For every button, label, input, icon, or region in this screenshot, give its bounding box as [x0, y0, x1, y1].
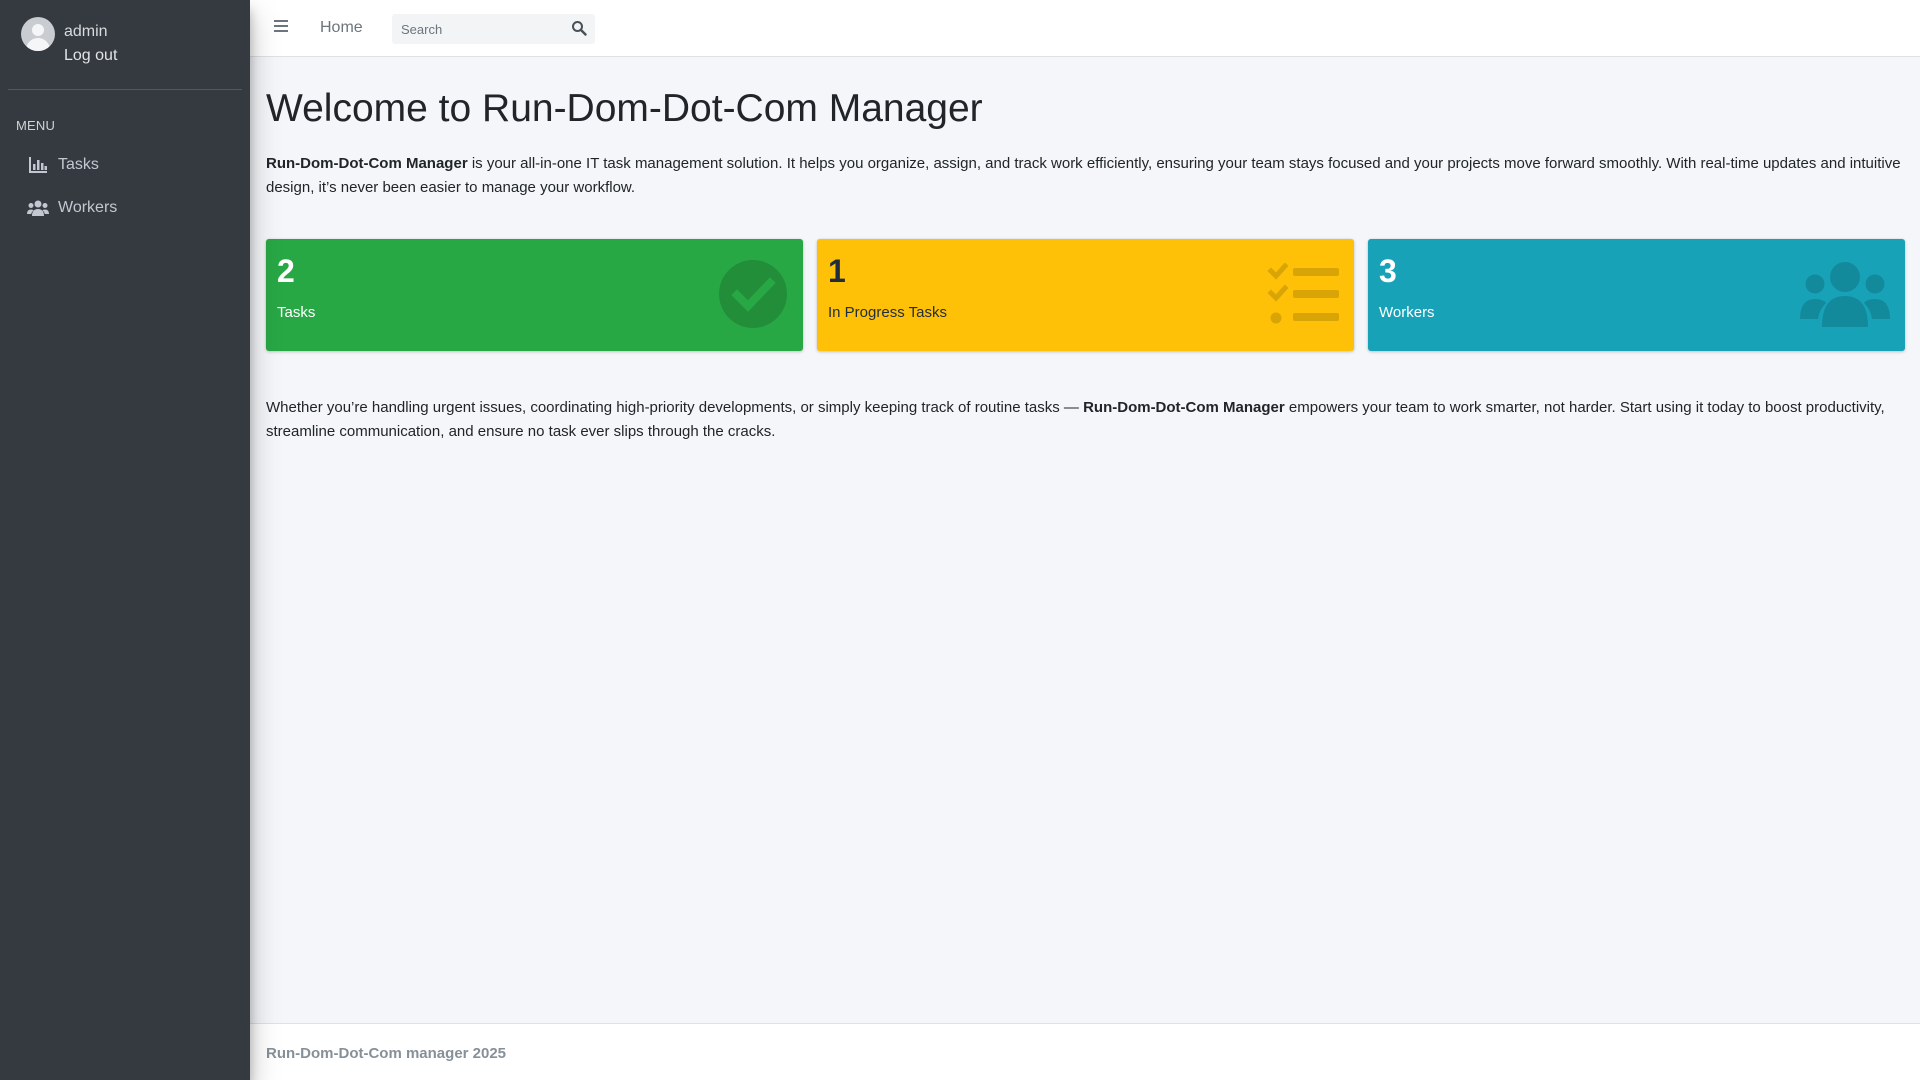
search-input[interactable]	[392, 14, 562, 44]
stat-label: In Progress Tasks	[828, 304, 947, 321]
intro-brand: Run-Dom-Dot-Com Manager	[266, 155, 468, 172]
footer: Run-Dom-Dot-Com manager 2025	[250, 1023, 1920, 1080]
outro-brand: Run-Dom-Dot-Com Manager	[1083, 399, 1285, 416]
sidebar-item-label: Tasks	[58, 156, 99, 173]
sidebar-item-tasks[interactable]: Tasks	[8, 145, 242, 185]
stat-count: 2	[277, 253, 295, 289]
sidebar: admin Log out MENU Tasks Workers	[0, 0, 250, 1080]
page-title: Welcome to Run-Dom-Dot-Com Manager	[266, 87, 983, 130]
stat-box-in-progress[interactable]: 1 In Progress Tasks	[817, 239, 1354, 351]
stat-count: 3	[1379, 253, 1397, 289]
top-navbar: Home	[250, 0, 1920, 57]
stat-label: Tasks	[277, 304, 316, 321]
sidebar-item-label: Workers	[58, 199, 118, 216]
user-panel: admin Log out	[8, 0, 242, 90]
search-button[interactable]	[571, 20, 589, 38]
tasks-list-icon	[1267, 263, 1339, 324]
outro-text-before: Whether you’re handling urgent issues, c…	[266, 399, 1084, 416]
stat-box-workers[interactable]: 3 Workers	[1368, 239, 1905, 351]
chart-bar-icon	[26, 155, 50, 175]
intro-text: is your all-in-one IT task management so…	[266, 155, 1901, 196]
footer-text: Run-Dom-Dot-Com manager 2025	[266, 1045, 507, 1062]
menu-header: MENU	[16, 118, 56, 133]
main-content: Welcome to Run-Dom-Dot-Com Manager Run-D…	[250, 57, 1920, 1023]
search-box	[392, 14, 595, 44]
search-icon	[572, 21, 587, 36]
stat-count: 1	[828, 253, 846, 289]
users-icon	[1800, 262, 1890, 327]
intro-paragraph: Run-Dom-Dot-Com Manager is your all-in-o…	[266, 152, 1911, 200]
logout-link[interactable]: Log out	[64, 47, 117, 65]
stat-label: Workers	[1379, 304, 1435, 321]
avatar[interactable]	[21, 17, 55, 51]
check-circle-icon	[719, 260, 787, 328]
nav-home-link[interactable]: Home	[320, 19, 363, 37]
hamburger-icon[interactable]	[274, 19, 288, 33]
users-icon	[26, 198, 50, 218]
sidebar-item-workers[interactable]: Workers	[8, 188, 242, 228]
user-name[interactable]: admin	[64, 23, 108, 41]
stat-box-tasks[interactable]: 2 Tasks	[266, 239, 803, 351]
outro-paragraph: Whether you’re handling urgent issues, c…	[266, 396, 1911, 444]
